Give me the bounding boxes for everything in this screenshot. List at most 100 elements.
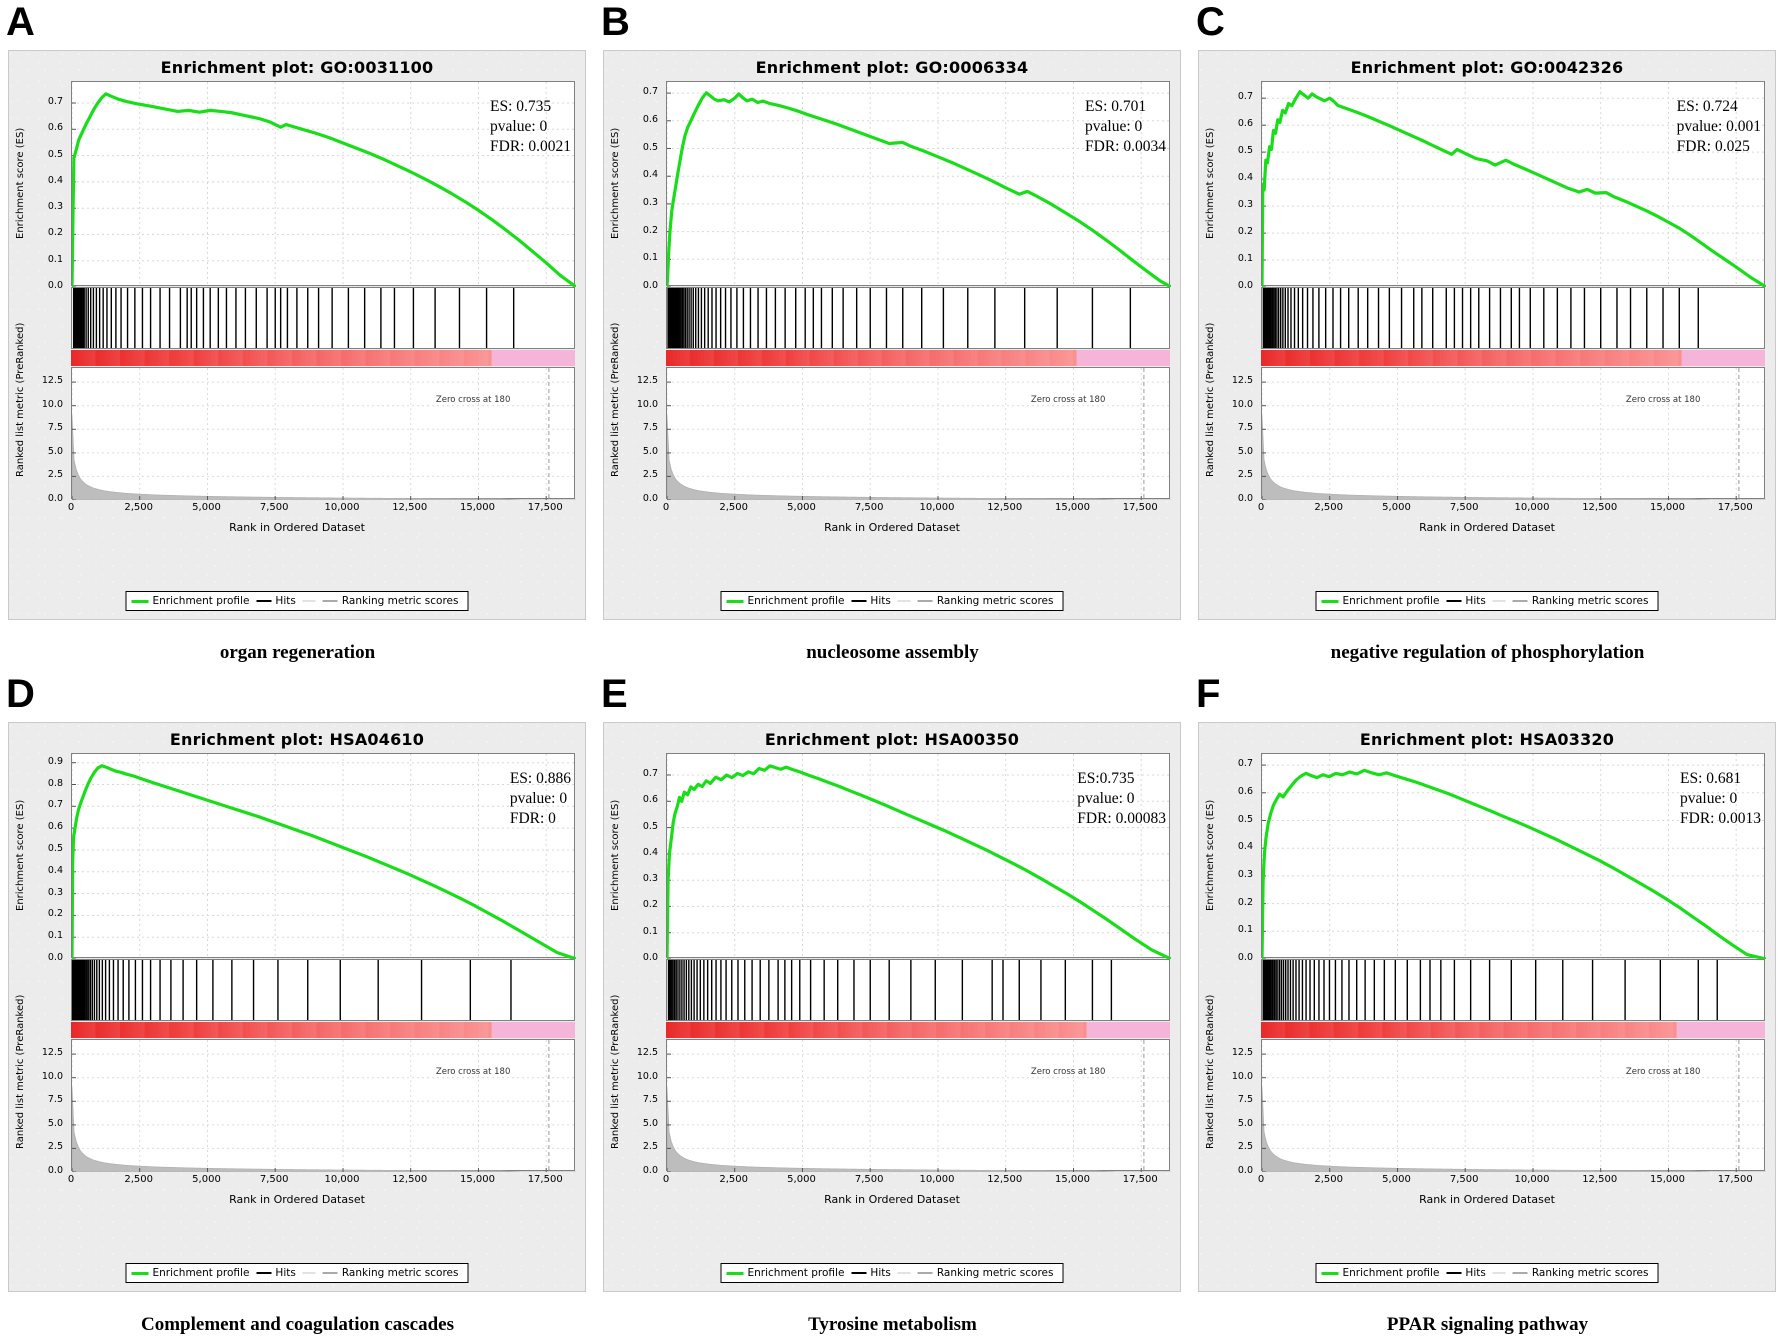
plot-legend: Enrichment profile Hits Ranking metric s… xyxy=(125,591,469,611)
rank-x-tick: 0 xyxy=(67,502,75,513)
ranked-y-tick: 2.5 xyxy=(1237,469,1253,481)
es-y-tick: 0.3 xyxy=(642,873,658,885)
panel-letter: D xyxy=(6,672,35,716)
correlation-heatbar xyxy=(1261,1022,1765,1038)
legend-swatch-icon xyxy=(851,1272,867,1274)
ranked-y-tick: 12.5 xyxy=(41,375,63,387)
legend-swatch-icon xyxy=(256,600,272,602)
es-y-tick: 0.2 xyxy=(1237,896,1253,908)
hits-svg xyxy=(1262,288,1699,348)
rank-x-tick: 5,000 xyxy=(1382,1174,1411,1185)
legend-faint-swatch xyxy=(1492,1272,1506,1274)
ranked-y-tick: 2.5 xyxy=(642,469,658,481)
zero-cross-label: Zero cross at 180 xyxy=(435,395,511,405)
ranked-y-tick: 7.5 xyxy=(642,1094,658,1106)
hits-svg xyxy=(72,960,512,1020)
stats-block: ES:0.735 pvalue: 0 FDR: 0.00083 xyxy=(1077,769,1166,828)
rank-x-tick: 17,500 xyxy=(1122,502,1158,513)
es-y-tick: 0.6 xyxy=(642,794,658,806)
es-y-tick: 0.0 xyxy=(642,280,658,291)
legend-swatch-icon xyxy=(1512,600,1528,602)
ranked-y-tick: 7.5 xyxy=(1237,422,1253,434)
panel-letter: A xyxy=(6,0,35,44)
ranked-y-tick: 5.0 xyxy=(47,1117,63,1129)
stats-block: ES: 0.701 pvalue: 0 FDR: 0.0034 xyxy=(1085,97,1166,156)
es-y-tick: 0.1 xyxy=(642,252,658,264)
es-y-tick: 0.7 xyxy=(642,86,658,98)
es-y-tick: 0.3 xyxy=(47,886,63,898)
rank-x-tick: 7,500 xyxy=(854,1174,884,1185)
zero-cross-label: Zero cross at 180 xyxy=(1030,1067,1106,1077)
zero-cross-label: Zero cross at 180 xyxy=(1030,395,1106,405)
hits-plot xyxy=(666,287,1170,349)
hits-plot xyxy=(71,959,575,1021)
ranked-y-tick: 5.0 xyxy=(1237,445,1253,457)
legend-item-0: Enrichment profile xyxy=(131,595,249,607)
rank-x-tick: 17,500 xyxy=(1122,1174,1158,1185)
panel-caption: Complement and coagulation cascades xyxy=(141,1314,454,1335)
es-value: ES: 0.701 xyxy=(1085,98,1147,115)
legend-item-2: Ranking metric scores xyxy=(917,595,1053,607)
es-y-tick: 0.6 xyxy=(1237,785,1253,797)
ranked-metric-svg xyxy=(667,368,1171,500)
heatbar-svg xyxy=(71,1022,575,1038)
rank-x-tick: 2,500 xyxy=(124,1174,153,1185)
legend-label: Ranking metric scores xyxy=(1531,1267,1649,1279)
legend-item-1: Hits xyxy=(256,595,296,607)
legend-item-2: Ranking metric scores xyxy=(322,595,458,607)
es-y-tick: 0.0 xyxy=(47,280,63,291)
rank-x-tick: 2,500 xyxy=(719,1174,748,1185)
ranked-y-tick: 10.0 xyxy=(41,398,63,410)
panel-caption: Tyrosine metabolism xyxy=(808,1314,977,1335)
rank-x-tick: 15,000 xyxy=(460,1174,495,1185)
es-y-tick: 0.1 xyxy=(47,930,63,942)
heatbar-svg xyxy=(666,1022,1170,1038)
legend-label: Ranking metric scores xyxy=(341,1267,459,1279)
heatbar-svg xyxy=(666,350,1170,366)
legend-swatch-icon xyxy=(726,599,744,603)
es-y-tick: 0.1 xyxy=(1237,924,1253,936)
rank-x-tick: 10,000 xyxy=(324,502,360,513)
rank-x-tick: 12,500 xyxy=(392,1174,428,1185)
es-y-tick: 0.3 xyxy=(1237,199,1253,211)
es-y-tick: 0.2 xyxy=(47,227,63,239)
correlation-heatbar xyxy=(666,1022,1170,1038)
stats-block: ES: 0.681 pvalue: 0 FDR: 0.0013 xyxy=(1680,769,1761,828)
ranked-metric-svg xyxy=(72,1040,576,1172)
fdr-value: FDR: 0.0013 xyxy=(1680,809,1761,827)
es-y-tick: 0.4 xyxy=(47,864,63,876)
plot-title: Enrichment plot: HSA03320 xyxy=(1359,730,1615,749)
ranked-y-tick: 5.0 xyxy=(642,1117,658,1129)
es-y-tick: 0.6 xyxy=(47,821,63,833)
plot-legend: Enrichment profile Hits Ranking metric s… xyxy=(1315,591,1659,611)
es-value: ES: 0.886 xyxy=(509,770,571,787)
legend-swatch-icon xyxy=(1446,1272,1462,1274)
legend-swatch-icon xyxy=(131,1271,149,1275)
es-y-tick: 0.3 xyxy=(47,201,63,213)
legend-swatch-icon xyxy=(1446,600,1462,602)
ranked-y-tick: 7.5 xyxy=(47,422,63,434)
es-y-tick: 0.0 xyxy=(1237,280,1253,291)
gsea-card: Enrichment plot: HSA03320 0.0 0.1 0.2 0.3 0.… xyxy=(1198,722,1776,1292)
rank-x-tick: 10,000 xyxy=(1514,1174,1550,1185)
rank-x-tick: 0 xyxy=(67,1174,75,1185)
legend-label: Enrichment profile xyxy=(747,1267,845,1279)
es-y-tick: 0.5 xyxy=(1237,813,1253,825)
es-y-tick: 0.2 xyxy=(642,224,658,236)
rank-x-tick: 2,500 xyxy=(1314,502,1343,513)
ranked-y-tick: 12.5 xyxy=(636,375,658,387)
rank-axis-label: Rank in Ordered Dataset xyxy=(824,521,960,534)
legend-label: Ranking metric scores xyxy=(1531,595,1649,607)
ranked-metric-plot xyxy=(666,1039,1171,1172)
legend-label: Hits xyxy=(1465,1267,1486,1279)
legend-item-2: Ranking metric scores xyxy=(1512,595,1649,607)
rank-x-tick: 0 xyxy=(662,502,670,513)
es-y-tick: 0.7 xyxy=(1237,91,1253,103)
rank-x-tick: 10,000 xyxy=(919,502,955,513)
legend-item-0: Enrichment profile xyxy=(1321,1267,1439,1279)
es-y-tick: 0.0 xyxy=(47,952,63,963)
es-y-tick: 0.5 xyxy=(642,141,658,153)
ranked-y-tick: 12.5 xyxy=(636,1047,658,1059)
ranked-metric-svg xyxy=(1262,368,1766,500)
es-y-tick: 0.4 xyxy=(47,174,63,186)
